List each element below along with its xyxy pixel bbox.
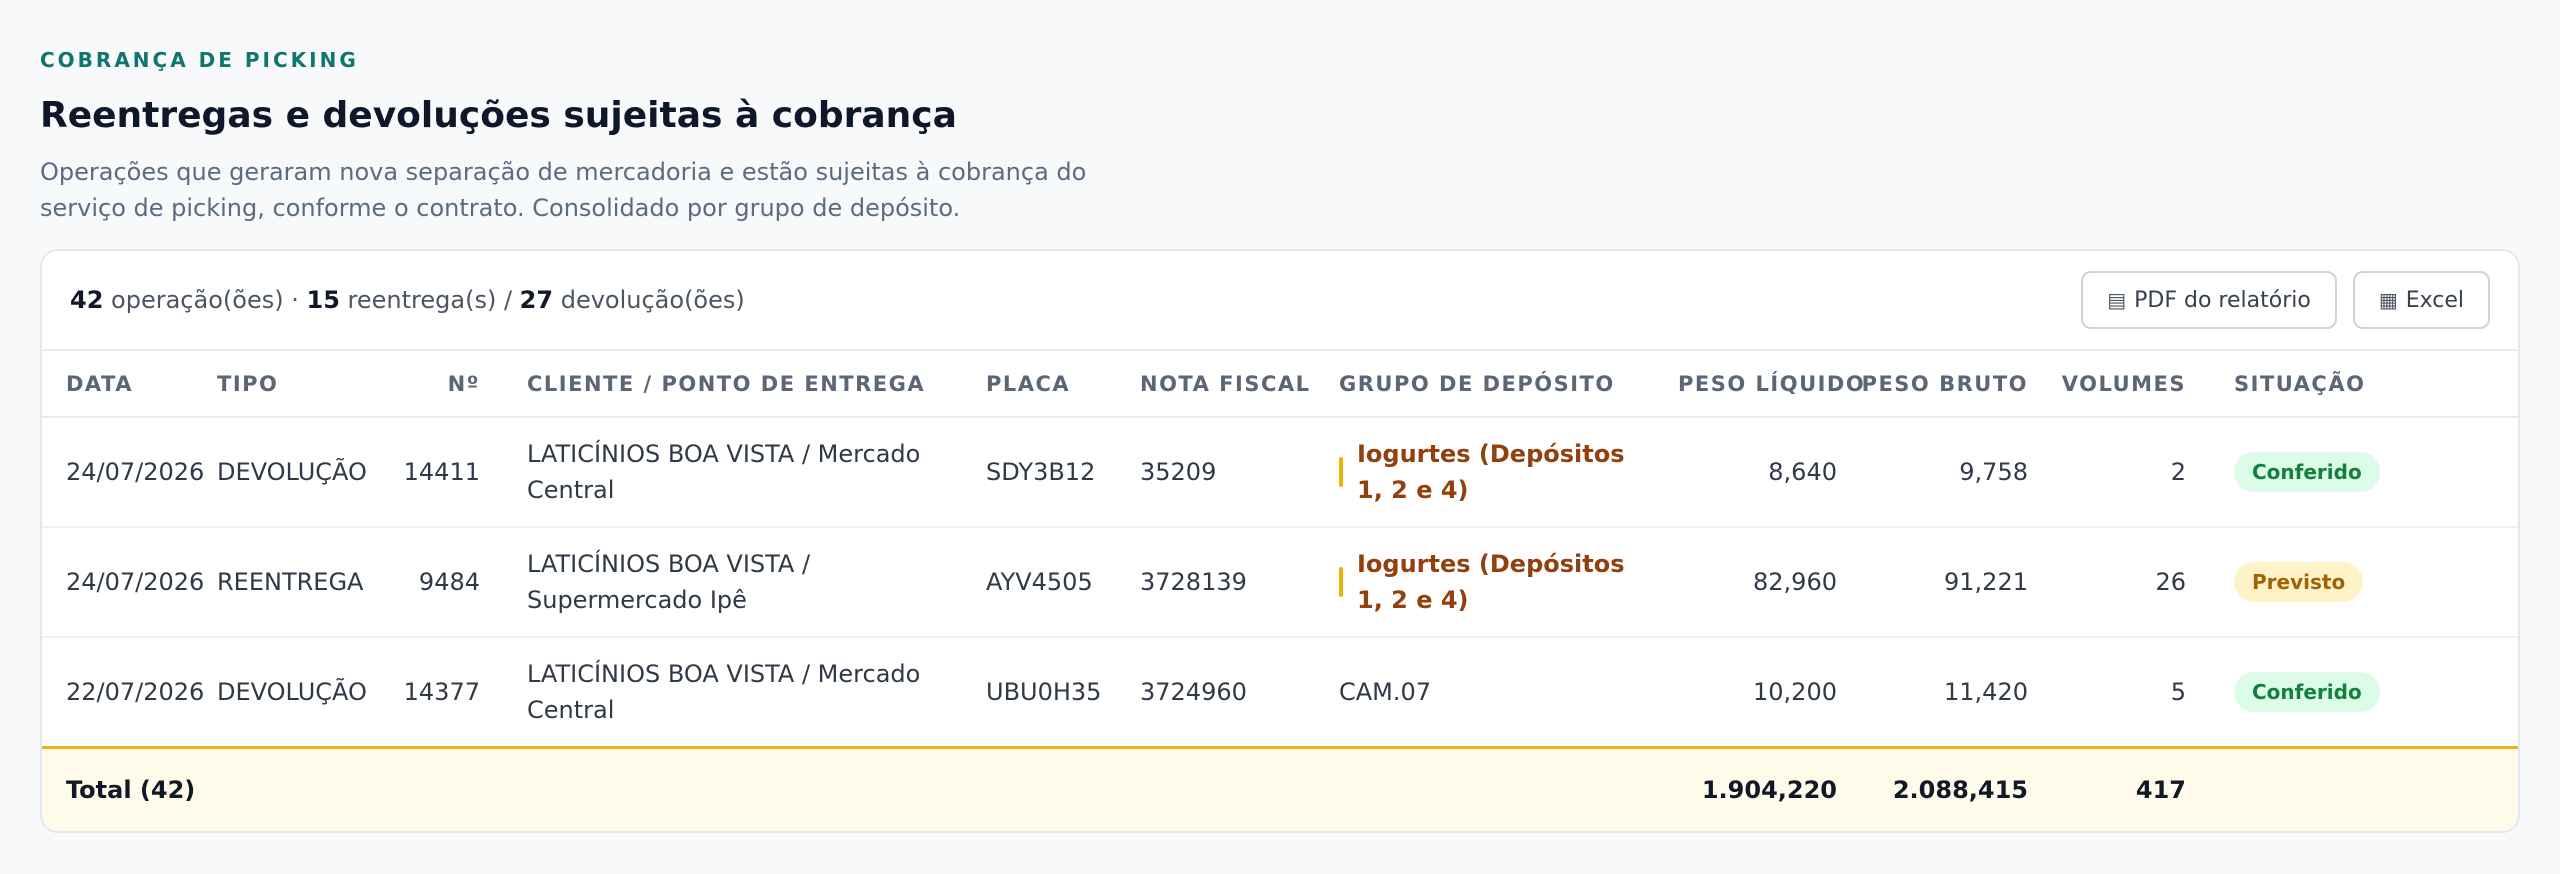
cell-peso-liquido: 8,640 [1678, 417, 1837, 528]
group-highlight-bar [1339, 567, 1343, 597]
table-row[interactable]: 22/07/2026 DEVOLUÇÃO 14377 LATICÍNIOS BO… [42, 637, 2518, 747]
cell-situacao: Previsto [2186, 527, 2518, 638]
cell-cliente: LATICÍNIOS BOA VISTA / Mercado Central [480, 417, 986, 528]
operations-count: 42 [70, 286, 104, 314]
total-peso-liquido: 1.904,220 [1678, 745, 1837, 831]
spreadsheet-icon: ▦ [2378, 288, 2398, 312]
group-tag: Iogurtes (Depósitos 1, 2 e 4) [1339, 546, 1658, 618]
cell-situacao: Conferido [2186, 417, 2518, 528]
col-header-cliente[interactable]: CLIENTE / PONTO DE ENTREGA [480, 351, 986, 418]
cell-placa: AYV4505 [986, 527, 1140, 638]
col-header-grupo[interactable]: GRUPO DE DEPÓSITO [1339, 351, 1678, 418]
excel-label: Excel [2405, 287, 2464, 313]
pdf-report-label: PDF do relatório [2134, 287, 2311, 313]
operations-summary: 42 operação(ões) · 15 reentrega(s) / 27 … [70, 286, 745, 314]
cell-grupo: Iogurtes (Depósitos 1, 2 e 4) [1339, 417, 1678, 528]
export-actions: ▤ PDF do relatório ▦ Excel [2081, 271, 2490, 329]
cell-volumes: 26 [2028, 527, 2186, 638]
cell-placa: SDY3B12 [986, 417, 1140, 528]
cell-placa: UBU0H35 [986, 677, 1102, 706]
cell-cliente: LATICÍNIOS BOA VISTA / Supermercado Ipê [480, 527, 986, 638]
cell-grupo: Iogurtes (Depósitos 1, 2 e 4) [1339, 527, 1678, 638]
status-badge: Previsto [2234, 562, 2364, 602]
table-row[interactable]: 24/07/2026 REENTREGA 9484 LATICÍNIOS BOA… [42, 527, 2518, 638]
col-header-numero[interactable]: Nº [387, 351, 480, 418]
group-tag: Iogurtes (Depósitos 1, 2 e 4) [1339, 436, 1658, 508]
cell-peso-liquido: 10,200 [1753, 677, 1837, 706]
pdf-report-button[interactable]: ▤ PDF do relatório [2081, 271, 2337, 329]
report-card: 42 operação(ões) · 15 reentrega(s) / 27 … [40, 249, 2520, 833]
cell-numero: 14411 [387, 417, 480, 528]
cell-peso-bruto: 11,420 [1944, 677, 2028, 706]
summary-separator: · [291, 286, 299, 314]
devolucoes-count: 27 [519, 286, 554, 314]
section-eyebrow: COBRANÇA DE PICKING [40, 48, 359, 72]
col-header-volumes[interactable]: VOLUMES [2028, 351, 2186, 418]
total-row: Total (42) 1.904,220 2.088,415 417 [42, 745, 2518, 831]
total-volumes: 417 [2028, 745, 2186, 831]
page-title: Reentregas e devoluções sujeitas à cobra… [40, 95, 957, 136]
devolucoes-label: devolução(ões) [560, 286, 745, 314]
total-label: Total (42) [42, 745, 1678, 831]
cell-tipo: REENTREGA [217, 527, 387, 638]
cell-tipo: DEVOLUÇÃO [217, 417, 387, 528]
reentregas-label: reentrega(s) / [347, 286, 513, 314]
col-header-tipo[interactable]: TIPO [217, 351, 387, 418]
cell-tipo: DEVOLUÇÃO [217, 677, 367, 706]
excel-button[interactable]: ▦ Excel [2352, 271, 2490, 329]
page-subtitle: Operações que geraram nova separação de … [40, 158, 1087, 222]
cell-nota: 35209 [1140, 417, 1339, 528]
cell-nota: 3724960 [1140, 677, 1247, 706]
table-header-row: DATA TIPO Nº CLIENTE / PONTO DE ENTREGA … [42, 351, 2518, 418]
cell-peso-bruto: 91,221 [1837, 527, 2028, 638]
operations-table: DATA TIPO Nº CLIENTE / PONTO DE ENTREGA … [42, 351, 2518, 831]
cell-volumes: 2 [2028, 417, 2186, 528]
group-label: Iogurtes (Depósitos 1, 2 e 4) [1357, 440, 1625, 504]
card-header: 42 operação(ões) · 15 reentrega(s) / 27 … [42, 251, 2518, 351]
group-highlight-bar [1339, 457, 1343, 487]
col-header-placa[interactable]: PLACA [986, 351, 1140, 418]
col-header-situacao[interactable]: SITUAÇÃO [2186, 351, 2518, 418]
cell-data: 22/07/2026 [66, 677, 205, 706]
col-header-peso-bruto[interactable]: PESO BRUTO [1837, 351, 2028, 418]
cell-peso-liquido: 82,960 [1678, 527, 1837, 638]
cell-cliente: LATICÍNIOS BOA VISTA / Mercado Central [527, 659, 921, 724]
group-label: Iogurtes (Depósitos 1, 2 e 4) [1357, 550, 1625, 614]
table-row[interactable]: 24/07/2026 DEVOLUÇÃO 14411 LATICÍNIOS BO… [42, 417, 2518, 528]
cell-volumes: 5 [2170, 677, 2186, 706]
total-peso-bruto: 2.088,415 [1837, 745, 2028, 831]
cell-situacao: Conferido [2186, 637, 2518, 747]
cell-nota: 3728139 [1140, 527, 1339, 638]
cell-data: 24/07/2026 [42, 527, 217, 638]
cell-peso-bruto: 9,758 [1837, 417, 2028, 528]
col-header-nota[interactable]: NOTA FISCAL [1140, 351, 1339, 418]
page: COBRANÇA DE PICKING Reentregas e devoluç… [0, 0, 2560, 874]
cell-grupo: CAM.07 [1339, 677, 1432, 706]
document-icon: ▤ [2107, 288, 2127, 312]
status-badge: Conferido [2234, 671, 2380, 712]
reentregas-count: 15 [306, 286, 340, 314]
cell-numero: 9484 [387, 527, 480, 638]
operations-label: operação(ões) [111, 286, 284, 314]
total-situacao-empty [2186, 745, 2518, 831]
cell-data: 24/07/2026 [42, 417, 217, 528]
col-header-data[interactable]: DATA [42, 351, 217, 418]
status-badge: Conferido [2234, 452, 2380, 492]
col-header-peso-liquido[interactable]: PESO LÍQUIDO [1678, 351, 1864, 418]
cell-numero: 14377 [403, 677, 480, 706]
